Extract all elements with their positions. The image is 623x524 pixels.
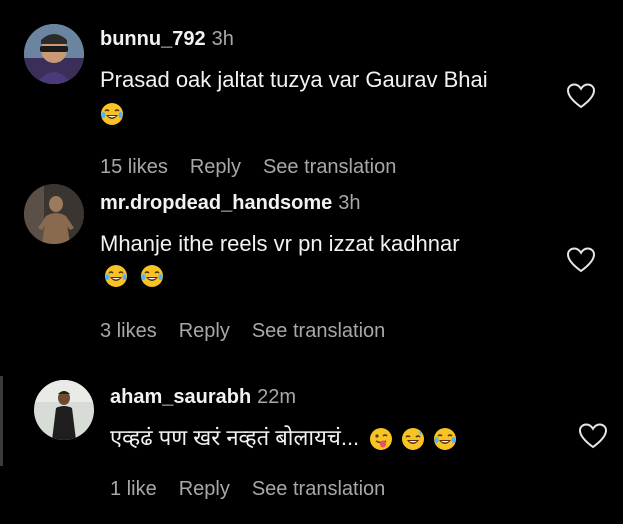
laughing-crying-emoji [433, 427, 457, 451]
like-heart-icon[interactable] [566, 246, 596, 274]
winking-tongue-emoji [369, 427, 393, 451]
reply-button[interactable]: Reply [190, 156, 241, 179]
laughing-crying-emoji [100, 102, 124, 126]
comment-text: Mhanje ithe reels vr pn izzat kadhnar [100, 231, 460, 256]
comment-text-body: एव्हढं पण खरं नव्हतं बोलायचं... [110, 425, 360, 450]
comment-timestamp: 3h [338, 192, 361, 214]
see-translation-button[interactable]: See translation [252, 478, 385, 501]
comment-text: एव्हढं पण खरं नव्हतं बोलायचं... [110, 422, 469, 452]
comment-timestamp: 22m [257, 386, 297, 408]
thread-divider [0, 376, 3, 466]
comment-likes[interactable]: 3 likes [100, 320, 157, 343]
comment-likes[interactable]: 1 like [110, 478, 157, 501]
comment-text: Prasad oak jaltat tuzya var Gaurav Bhai [100, 67, 488, 92]
reply-button[interactable]: Reply [179, 478, 230, 501]
sweat-smile-emoji [401, 427, 425, 451]
avatar[interactable] [24, 184, 84, 244]
comment-likes[interactable]: 15 likes [100, 156, 168, 179]
laughing-crying-emoji [104, 264, 128, 288]
comment-username[interactable]: bunnu_792 [100, 28, 206, 50]
laughing-crying-emoji [140, 264, 164, 288]
comment-username[interactable]: mr.dropdead_handsome [100, 192, 332, 214]
like-heart-icon[interactable] [578, 422, 608, 450]
avatar[interactable] [34, 380, 94, 440]
avatar[interactable] [24, 24, 84, 84]
like-heart-icon[interactable] [566, 82, 596, 110]
reply-button[interactable]: Reply [179, 320, 230, 343]
see-translation-button[interactable]: See translation [263, 156, 396, 179]
comment-username[interactable]: aham_saurabh [110, 386, 251, 408]
see-translation-button[interactable]: See translation [252, 320, 385, 343]
comment-timestamp: 3h [211, 28, 234, 50]
